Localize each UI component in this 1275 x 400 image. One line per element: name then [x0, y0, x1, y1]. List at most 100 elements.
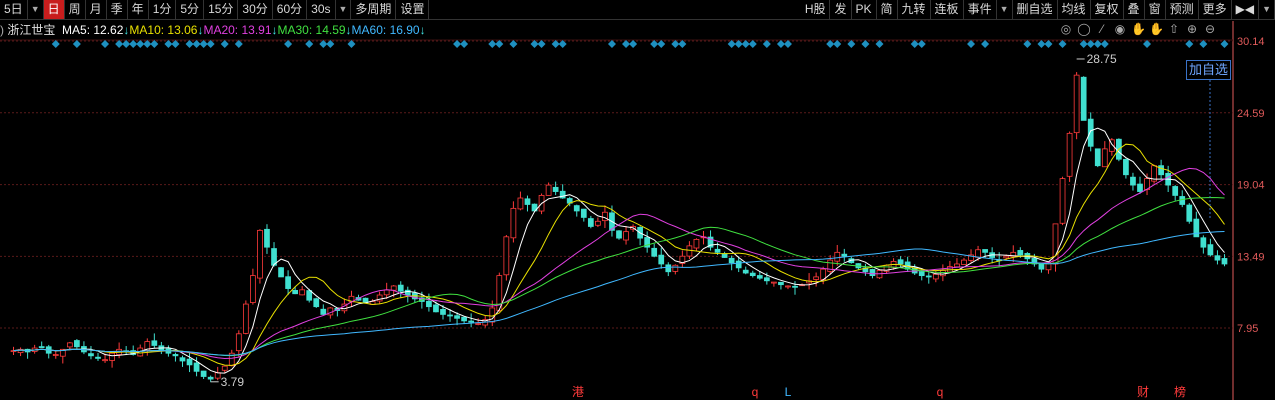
event-diamond-icon [101, 40, 110, 48]
y-tick-label: 13.49 [1237, 251, 1265, 263]
candle-body [573, 205, 580, 212]
candle-body [841, 253, 848, 257]
candle-body [1073, 74, 1080, 134]
candle-body [503, 236, 510, 276]
candle-body [475, 323, 482, 325]
candle-body [693, 239, 700, 249]
y-tick-label: 7.95 [1237, 323, 1258, 335]
candle-body [1221, 258, 1228, 265]
event-diamond-icon [453, 40, 462, 48]
event-marker: L [785, 385, 792, 399]
candle-body [221, 365, 228, 371]
candle-body [510, 207, 517, 239]
candle-body [109, 352, 115, 361]
candle-body [925, 275, 932, 278]
ma5-line [13, 127, 1225, 374]
candle-body [714, 248, 721, 253]
candle-body [517, 197, 524, 210]
candle-body [651, 247, 658, 257]
candle-body [834, 251, 841, 262]
candle-body [658, 254, 665, 265]
candle-body [88, 353, 94, 357]
candle-body [278, 267, 284, 278]
candle-body [299, 289, 306, 296]
candle-body [52, 354, 59, 356]
candle-body [242, 303, 249, 334]
candle-body [1137, 183, 1143, 192]
candle-body [151, 340, 158, 346]
candle-body [38, 346, 45, 348]
event-diamond-icon [629, 40, 638, 48]
event-diamond-icon [72, 40, 81, 48]
candle-body [74, 340, 80, 348]
candle-body [1186, 204, 1193, 222]
candle-body [1193, 218, 1200, 238]
candle-body [306, 290, 313, 301]
candle-body [257, 229, 263, 279]
candle-body [1038, 262, 1045, 270]
candle-body [235, 333, 242, 352]
y-tick-label: 30.14 [1237, 36, 1265, 48]
event-diamond-icon [981, 40, 990, 48]
y-tick-label: 19.04 [1237, 180, 1265, 192]
candle-body [869, 269, 876, 277]
candle-body [580, 208, 587, 218]
candle-body [763, 277, 770, 282]
candle-body [1066, 132, 1073, 177]
candle-body [813, 276, 819, 280]
candle-body [1179, 196, 1186, 205]
candle-body [961, 259, 967, 265]
event-marker: 港 [572, 385, 584, 399]
candle-body [1200, 237, 1207, 248]
candle-body [320, 308, 327, 315]
candle-body [426, 300, 432, 308]
candle-body [939, 270, 946, 277]
candle-body [587, 218, 594, 227]
ma30-line [13, 196, 1225, 357]
candle-body [1172, 186, 1179, 196]
event-diamond-icon [776, 40, 785, 48]
candle-body [250, 275, 256, 303]
candle-body [313, 298, 320, 308]
candle-body [383, 289, 390, 296]
candle-body [440, 308, 446, 315]
candle-body [193, 362, 200, 372]
candle-body [672, 264, 679, 272]
candle-body [1214, 255, 1221, 261]
candle-body [756, 275, 763, 279]
candle-body [1003, 255, 1010, 259]
candle-body [721, 253, 728, 258]
candle-body [778, 281, 784, 286]
candle-body [1094, 148, 1101, 167]
candle-body [975, 249, 981, 258]
candle-body [102, 359, 108, 362]
candle-body [468, 320, 475, 323]
ma10-line [13, 143, 1225, 366]
candle-body [1158, 165, 1164, 176]
candle-body [447, 314, 453, 317]
y-tick-label: 24.59 [1237, 108, 1265, 120]
event-marker: q [752, 385, 759, 399]
candle-body [552, 186, 559, 192]
candle-body [1101, 148, 1108, 168]
candle-body [461, 316, 467, 322]
candle-body [897, 259, 904, 265]
candle-body [454, 315, 460, 319]
candle-body [771, 281, 777, 284]
candle-body [95, 356, 101, 359]
candle-body [728, 257, 735, 264]
event-marker: q [937, 385, 944, 399]
candle-body [749, 272, 756, 277]
candle-body [742, 269, 749, 274]
candle-body [1207, 244, 1214, 256]
candle-body [433, 304, 439, 313]
candle-body [623, 231, 629, 241]
candle-body [918, 271, 925, 277]
candlestick-chart[interactable]: 30.14 24.59 19.04 13.49 7.95 28.75 3.79 港 q Lq 财 榜 [0, 0, 1275, 400]
candle-body [172, 354, 179, 357]
candle-body [982, 249, 988, 253]
candle-body [1130, 176, 1136, 186]
candle-body [524, 198, 531, 205]
candle-body [207, 376, 214, 380]
high-annotation: 28.75 [1087, 52, 1117, 66]
